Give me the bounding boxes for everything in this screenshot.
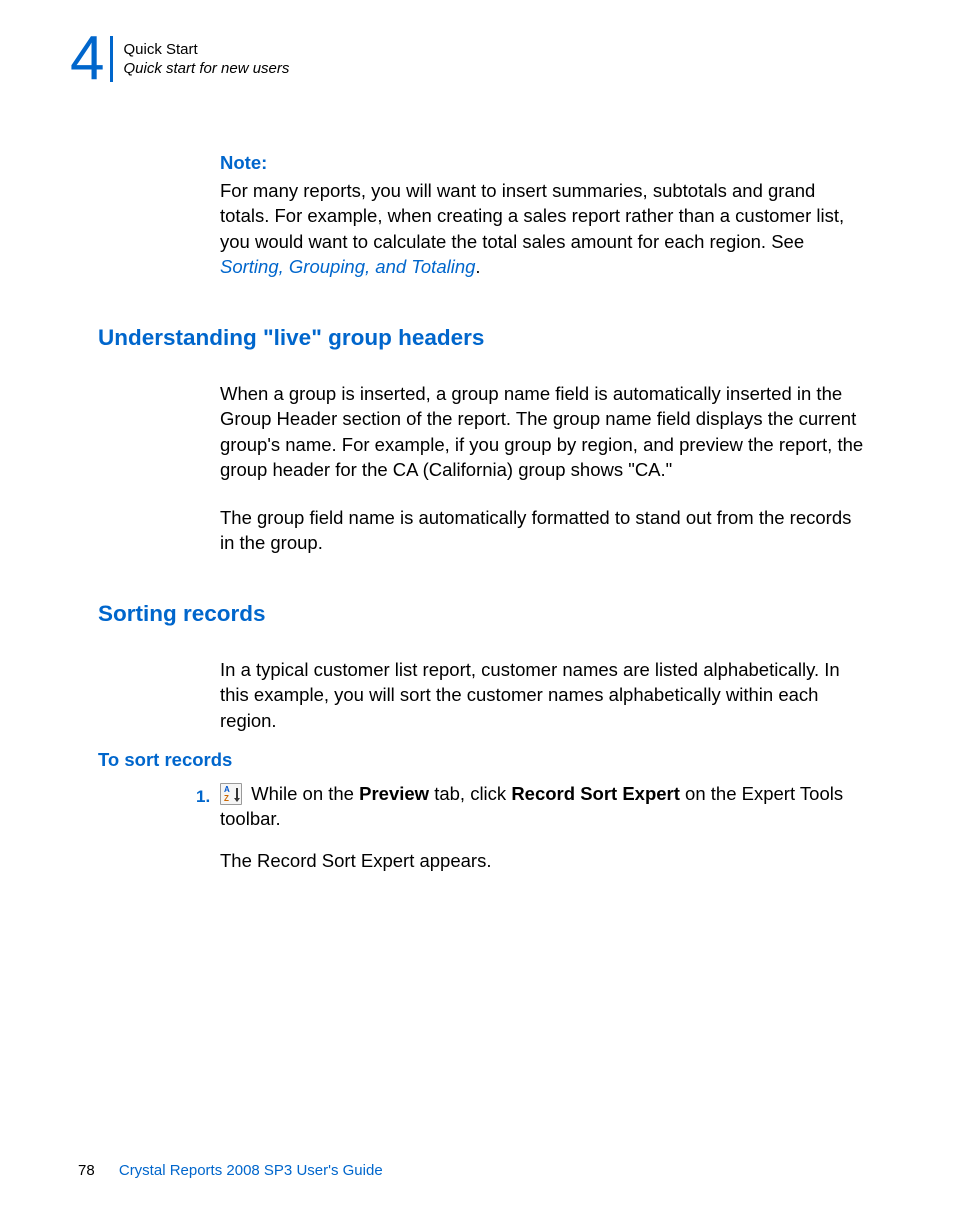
heading-sorting-records: Sorting records <box>98 598 869 629</box>
main-content: Note: For many reports, you will want to… <box>0 150 954 873</box>
step-1: 1. While on the Preview tab, click Recor… <box>220 781 869 874</box>
page-footer: 78 Crystal Reports 2008 SP3 User's Guide <box>78 1162 383 1179</box>
header-line-2: Quick start for new users <box>123 59 289 79</box>
step-text: tab, click <box>429 783 511 804</box>
note-text-post: . <box>475 256 480 277</box>
footer-doc-title: Crystal Reports 2008 SP3 User's Guide <box>119 1162 383 1179</box>
step-line-1: While on the Preview tab, click Record S… <box>220 781 869 832</box>
note-link[interactable]: Sorting, Grouping, and Totaling <box>220 256 475 277</box>
step-bold-preview: Preview <box>359 783 429 804</box>
step-text: While on the <box>246 783 359 804</box>
paragraph: In a typical customer list report, custo… <box>220 657 869 734</box>
header-rule <box>110 36 113 82</box>
header-line-1: Quick Start <box>123 40 289 60</box>
step-bold-record-sort-expert: Record Sort Expert <box>511 783 680 804</box>
paragraph: When a group is inserted, a group name f… <box>220 381 869 483</box>
page: 4 Quick Start Quick start for new users … <box>0 0 954 1227</box>
down-arrow-icon <box>236 788 238 799</box>
note-body: For many reports, you will want to inser… <box>220 178 869 280</box>
chapter-number: 4 <box>70 28 104 90</box>
note-text-pre: For many reports, you will want to inser… <box>220 180 844 252</box>
step-result: The Record Sort Expert appears. <box>220 848 869 874</box>
step-number: 1. <box>196 781 220 808</box>
header-text-block: Quick Start Quick start for new users <box>123 40 289 79</box>
sort-az-icon <box>220 783 242 805</box>
paragraph: The group field name is automatically fo… <box>220 505 869 556</box>
heading-understanding-live-group-headers: Understanding "live" group headers <box>98 322 869 353</box>
running-header: 4 Quick Start Quick start for new users <box>0 28 954 90</box>
step-body: While on the Preview tab, click Record S… <box>220 781 869 874</box>
footer-page-number: 78 <box>78 1162 95 1179</box>
spacer <box>220 832 869 848</box>
subheading-to-sort-records: To sort records <box>98 747 869 773</box>
note-label: Note: <box>220 150 869 176</box>
